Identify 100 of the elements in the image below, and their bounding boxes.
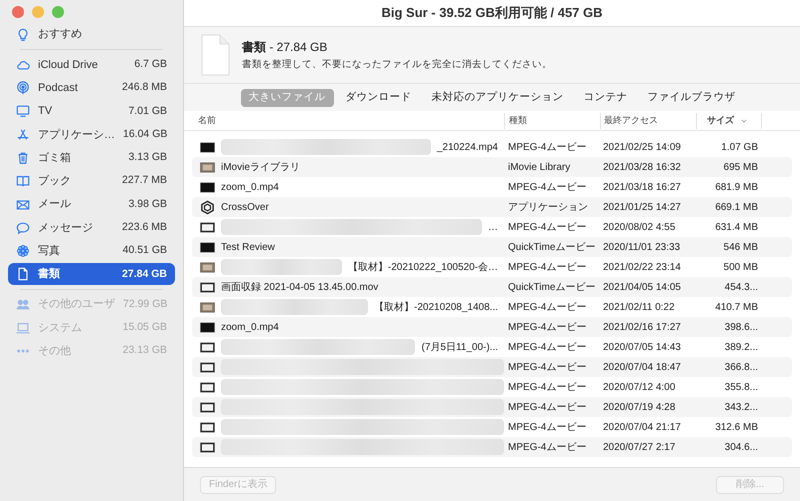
flower-icon bbox=[16, 244, 30, 258]
video-thumbnail-icon bbox=[200, 140, 215, 154]
file-kind: MPEG-4ムービー bbox=[507, 180, 588, 194]
video-thumbnail-icon bbox=[200, 260, 215, 274]
last-accessed: 2021/02/11 0:22 bbox=[602, 300, 676, 314]
file-size: 1.07 GB bbox=[720, 140, 759, 154]
minimize-button[interactable] bbox=[32, 6, 44, 18]
screen-thumbnail-icon bbox=[200, 380, 215, 394]
file-name: 画面収録 2021-04-05 13.45.00.mov bbox=[221, 280, 380, 294]
file-name: _210224.mp4 bbox=[436, 140, 499, 154]
tab[interactable]: コンテナ bbox=[576, 88, 636, 106]
category-title: 書類 - 27.84 GB bbox=[242, 38, 328, 56]
file-name: zoom_0.mp4 bbox=[221, 320, 280, 334]
document-icon bbox=[200, 34, 230, 76]
laptop-icon bbox=[16, 321, 30, 336]
video-thumbnail-icon bbox=[200, 300, 215, 314]
column-header[interactable]: 最終アクセス bbox=[600, 112, 696, 128]
sidebar-item[interactable]: メッセージ 223.6 MB bbox=[8, 216, 175, 239]
screen-thumbnail-icon bbox=[200, 220, 215, 234]
last-accessed: 2020/07/19 4:28 bbox=[602, 400, 676, 414]
file-name: iMovieライブラリ bbox=[221, 160, 301, 174]
last-accessed: 2020/08/02 4:55 bbox=[602, 220, 676, 234]
file-name: 【取材】-20210208_1408... bbox=[374, 300, 499, 314]
file-kind: QuickTimeムービー bbox=[507, 240, 596, 254]
speech-bubble-icon bbox=[16, 220, 30, 235]
file-size: 500 MB bbox=[722, 260, 759, 274]
video-thumbnail-icon bbox=[200, 160, 215, 174]
column-header[interactable]: 名前 bbox=[192, 112, 504, 128]
last-accessed: 2020/07/12 4:00 bbox=[602, 380, 676, 394]
last-accessed: 2021/04/05 14:05 bbox=[602, 280, 682, 294]
file-size: 389.2... bbox=[724, 340, 759, 354]
file-kind: MPEG-4ムービー bbox=[507, 360, 588, 374]
sidebar-item[interactable]: メール 3.98 GB bbox=[8, 194, 175, 216]
sidebar-item[interactable]: iCloud Drive 6.7 GB bbox=[8, 54, 175, 76]
last-accessed: 2020/07/27 2:17 bbox=[602, 440, 676, 454]
last-accessed: 2021/03/28 16:32 bbox=[602, 160, 682, 174]
sidebar-item[interactable]: 書類 27.84 GB bbox=[8, 263, 175, 286]
tab[interactable]: ダウンロード bbox=[338, 88, 420, 106]
podcast-icon bbox=[16, 81, 30, 96]
people-icon bbox=[16, 298, 30, 312]
file-kind: MPEG-4ムービー bbox=[507, 220, 588, 234]
last-accessed: 2021/02/16 17:27 bbox=[602, 320, 682, 334]
file-name: (7月5日11_00-)... bbox=[421, 340, 499, 354]
book-icon bbox=[16, 174, 30, 188]
file-name: zoom_0.mp4 bbox=[221, 180, 280, 194]
file-kind: MPEG-4ムービー bbox=[507, 340, 588, 354]
sidebar-item[interactable]: ブック 227.7 MB bbox=[8, 170, 175, 192]
lightbulb-icon bbox=[16, 28, 30, 42]
file-size: 410.7 MB bbox=[714, 300, 759, 314]
file-size: 304.6... bbox=[724, 440, 759, 454]
file-size: 546 MB bbox=[722, 240, 759, 254]
monitor-icon bbox=[16, 104, 30, 118]
file-kind: MPEG-4ムービー bbox=[507, 320, 588, 334]
video-thumbnail-icon bbox=[200, 320, 215, 334]
column-header[interactable]: サイズ bbox=[696, 112, 762, 128]
file-size: 454.3... bbox=[724, 280, 759, 294]
app-store-icon bbox=[16, 128, 30, 142]
sidebar-item[interactable]: TV 7.01 GB bbox=[8, 100, 175, 122]
file-kind: MPEG-4ムービー bbox=[507, 420, 588, 434]
file-size: 343.2... bbox=[724, 400, 759, 414]
last-accessed: 2020/07/05 14:43 bbox=[602, 340, 682, 354]
file-name: … bbox=[488, 220, 499, 234]
app-icon bbox=[200, 200, 215, 214]
file-kind: MPEG-4ムービー bbox=[507, 260, 588, 274]
column-header[interactable]: 種類 bbox=[504, 112, 600, 128]
sidebar-item[interactable]: おすすめ bbox=[8, 24, 175, 46]
file-size: 366.8... bbox=[724, 360, 759, 374]
zoom-button[interactable] bbox=[52, 6, 64, 18]
last-accessed: 2021/01/25 14:27 bbox=[602, 200, 682, 214]
screen-thumbnail-icon bbox=[200, 400, 215, 414]
tab[interactable]: ファイルブラウザ bbox=[640, 88, 744, 106]
sidebar-item[interactable]: アプリケーシ… 16.04 GB bbox=[8, 124, 175, 146]
file-kind: MPEG-4ムービー bbox=[507, 140, 588, 154]
screen-thumbnail-icon bbox=[200, 420, 215, 434]
tab[interactable]: 未対応のアプリケーション bbox=[424, 88, 572, 106]
close-button[interactable] bbox=[12, 6, 24, 18]
file-size: 631.4 MB bbox=[714, 220, 759, 234]
screen-thumbnail-icon bbox=[200, 360, 215, 374]
sidebar-item[interactable]: 写真 40.51 GB bbox=[8, 240, 175, 262]
sidebar-item[interactable]: Podcast 246.8 MB bbox=[8, 77, 175, 100]
screen-thumbnail-icon bbox=[200, 340, 215, 354]
file-kind: iMovie Library bbox=[507, 160, 572, 174]
file-size: 355.8... bbox=[724, 380, 759, 394]
file-size: 681.9 MB bbox=[714, 180, 759, 194]
file-size: 312.6 MB bbox=[714, 420, 759, 434]
envelope-icon bbox=[16, 198, 30, 212]
last-accessed: 2021/02/22 23:14 bbox=[602, 260, 682, 274]
window-title: Big Sur - 39.52 GB利用可能 / 457 GB bbox=[380, 4, 604, 22]
trash-icon bbox=[16, 151, 30, 166]
file-kind: アプリケーション bbox=[507, 200, 589, 214]
last-accessed: 2020/07/04 21:17 bbox=[602, 420, 682, 434]
file-name: Test Review bbox=[221, 240, 276, 254]
file-size: 695 MB bbox=[722, 160, 759, 174]
file-name: CrossOver bbox=[221, 200, 270, 214]
screen-thumbnail-icon bbox=[200, 280, 215, 294]
video-thumbnail-icon bbox=[200, 240, 215, 254]
file-kind: MPEG-4ムービー bbox=[507, 380, 588, 394]
file-kind: MPEG-4ムービー bbox=[507, 440, 588, 454]
last-accessed: 2021/03/18 16:27 bbox=[602, 180, 682, 194]
sidebar-item[interactable]: ゴミ箱 3.13 GB bbox=[8, 147, 175, 170]
